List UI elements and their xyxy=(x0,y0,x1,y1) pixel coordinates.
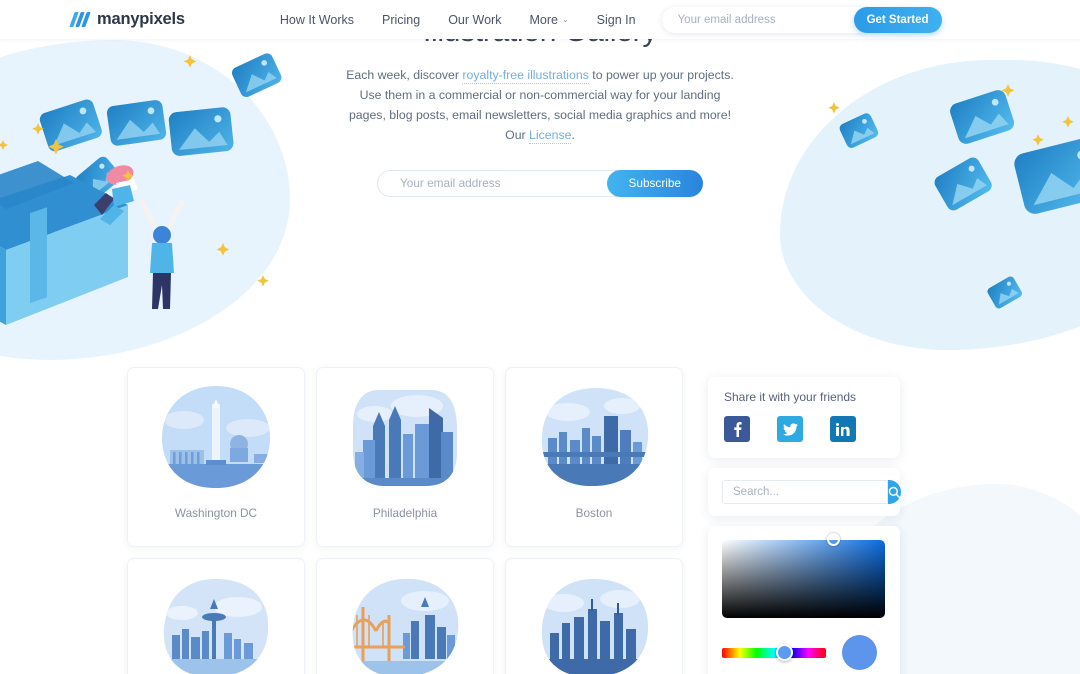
chicago-illustration xyxy=(534,573,654,674)
royalty-free-illustrations-link[interactable]: royalty-free illustrations xyxy=(462,67,589,84)
search-input[interactable] xyxy=(722,480,888,504)
hero-subtitle: Each week, discover royalty-free illustr… xyxy=(340,65,740,146)
nav-link-more[interactable]: More ⌄ xyxy=(529,13,568,27)
logo-bars-icon xyxy=(69,12,91,27)
sidebar-rail: Share it with your friends xyxy=(708,377,901,674)
share-panel-title: Share it with your friends xyxy=(724,390,857,404)
gallery-card-boston[interactable]: Boston xyxy=(505,367,683,547)
illustration-gallery-grid: Washington DC Philadelphia Boston xyxy=(127,367,684,674)
hue-row xyxy=(722,635,886,670)
color-picker-panel xyxy=(708,526,900,674)
hero-sub-text-3: . xyxy=(571,128,575,143)
philadelphia-illustration xyxy=(345,382,465,494)
gallery-card-label: Philadelphia xyxy=(372,506,438,520)
chevron-down-icon: ⌄ xyxy=(561,15,569,24)
nav-link-label: How It Works xyxy=(279,12,354,27)
share-panel: Share it with your friends xyxy=(708,377,900,458)
nav-email-input[interactable] xyxy=(661,6,862,33)
hue-slider[interactable] xyxy=(722,643,826,661)
nav-link-our-work[interactable]: Our Work xyxy=(448,13,501,27)
nav-link-label: Sign In xyxy=(596,12,636,27)
search-icon xyxy=(888,486,901,499)
subscribe-form: Subscribe xyxy=(377,169,703,197)
search-panel xyxy=(708,468,901,516)
facebook-share-button[interactable] xyxy=(724,416,750,442)
gallery-card-philadelphia[interactable]: Philadelphia xyxy=(316,367,494,547)
page-root: manypixels How It Works Pricing Our Work… xyxy=(0,0,1080,674)
logo[interactable]: manypixels xyxy=(69,10,185,29)
nav-link-label: Our Work xyxy=(448,12,502,27)
selected-color-swatch xyxy=(842,635,877,670)
nav-link-label: Pricing xyxy=(381,12,421,27)
linkedin-share-button[interactable] xyxy=(830,416,856,442)
subscribe-button[interactable]: Subscribe xyxy=(606,169,703,197)
linkedin-icon xyxy=(836,422,850,436)
nav-link-how-it-works[interactable]: How It Works xyxy=(280,13,354,27)
hue-slider-handle[interactable] xyxy=(776,643,794,661)
san-francisco-illustration xyxy=(345,573,465,674)
gallery-card-label: Washington DC xyxy=(174,506,258,520)
get-started-button[interactable]: Get Started xyxy=(853,6,942,33)
gallery-card-chicago[interactable]: Chicago xyxy=(505,558,683,674)
subscribe-email-input[interactable] xyxy=(377,169,628,197)
saturation-cursor-handle[interactable] xyxy=(827,533,840,546)
nav-link-pricing[interactable]: Pricing xyxy=(382,13,420,27)
nav-link-label: More xyxy=(529,12,558,27)
twitter-icon xyxy=(782,422,798,436)
washington-dc-illustration xyxy=(156,382,276,494)
facebook-icon xyxy=(733,422,742,437)
seattle-illustration xyxy=(156,573,276,674)
nav-cta-group: Get Started xyxy=(661,6,942,33)
search-button[interactable] xyxy=(888,480,901,504)
twitter-share-button[interactable] xyxy=(777,416,803,442)
hero-sub-text-1: Each week, discover xyxy=(346,67,463,82)
saturation-value-area[interactable] xyxy=(722,533,885,618)
gallery-card-washington-dc[interactable]: Washington DC xyxy=(127,367,305,547)
boston-illustration xyxy=(534,382,654,494)
nav-links: How It Works Pricing Our Work More ⌄ Sig… xyxy=(280,13,636,27)
share-buttons xyxy=(724,416,884,442)
gallery-card-seattle[interactable]: Seattle xyxy=(127,558,305,674)
gallery-card-label: Boston xyxy=(575,506,613,520)
top-navigation-bar: manypixels How It Works Pricing Our Work… xyxy=(0,0,1080,39)
gallery-card-san-francisco[interactable]: San Francisco xyxy=(316,558,494,674)
nav-link-sign-in[interactable]: Sign In xyxy=(597,13,636,27)
license-link[interactable]: License xyxy=(529,128,572,145)
logo-text: manypixels xyxy=(97,10,185,28)
